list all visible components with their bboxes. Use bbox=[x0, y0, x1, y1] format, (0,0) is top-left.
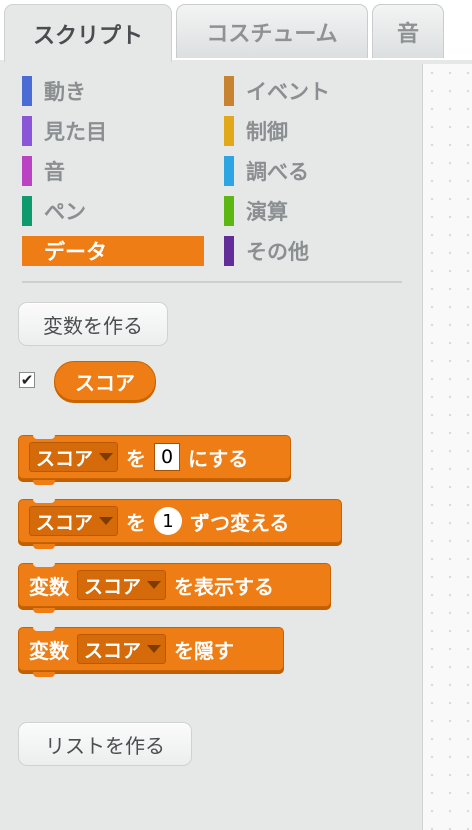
change-variable-block[interactable]: スコア を 1 ずつ変える bbox=[18, 499, 342, 549]
category-more-blocks[interactable]: その他 bbox=[224, 236, 406, 266]
variable-dropdown-label: スコア bbox=[36, 447, 94, 470]
variable-dropdown[interactable]: スコア bbox=[29, 506, 119, 536]
block-palette: 動き 見た目 音 ペン データ イベント 制御 調べる 演算 その他 変数を作る… bbox=[0, 60, 422, 830]
dropdown-arrow-icon bbox=[99, 453, 114, 461]
category-label: 演算 bbox=[246, 200, 288, 224]
category-color-swatch bbox=[224, 196, 234, 226]
show-variable-block[interactable]: 変数 スコア を表示する bbox=[18, 563, 331, 613]
category-divider bbox=[22, 281, 402, 283]
block-text: を bbox=[126, 510, 147, 535]
category-color-swatch bbox=[22, 196, 32, 226]
value-input[interactable]: 1 bbox=[154, 507, 183, 535]
category-pen[interactable]: ペン bbox=[22, 196, 204, 226]
category-label: データ bbox=[44, 240, 107, 264]
variable-dropdown[interactable]: スコア bbox=[29, 442, 119, 472]
category-control[interactable]: 制御 bbox=[224, 116, 406, 146]
tab-sounds[interactable]: 音 bbox=[372, 4, 444, 58]
tab-scripts[interactable]: スクリプト bbox=[4, 4, 172, 62]
category-color-swatch bbox=[22, 76, 32, 106]
block-text: にする bbox=[188, 446, 249, 471]
block-text: 変数 bbox=[29, 638, 69, 663]
category-label: 調べる bbox=[246, 160, 309, 184]
block-text: を表示する bbox=[174, 574, 275, 599]
block-text: を bbox=[126, 446, 147, 471]
variable-reporter-score[interactable]: スコア bbox=[54, 361, 156, 401]
category-motion[interactable]: 動き bbox=[22, 76, 204, 106]
category-color-swatch bbox=[224, 116, 234, 146]
category-operators[interactable]: 演算 bbox=[224, 196, 406, 226]
set-variable-block[interactable]: スコア を 0 にする bbox=[18, 435, 291, 485]
category-data[interactable]: データ bbox=[22, 236, 204, 266]
category-label: ペン bbox=[44, 200, 86, 224]
dropdown-arrow-icon bbox=[99, 517, 114, 525]
variable-dropdown-label: スコア bbox=[36, 511, 94, 534]
variable-dropdown-label: スコア bbox=[84, 575, 142, 598]
variable-dropdown-label: スコア bbox=[84, 639, 142, 662]
variable-dropdown[interactable]: スコア bbox=[77, 570, 167, 600]
variable-visibility-checkbox[interactable]: ✔ bbox=[19, 372, 35, 388]
tab-bar: スクリプト コスチューム 音 bbox=[0, 0, 472, 62]
dropdown-arrow-icon bbox=[147, 645, 162, 653]
category-looks[interactable]: 見た目 bbox=[22, 116, 204, 146]
category-label: 見た目 bbox=[44, 120, 107, 144]
category-color-swatch bbox=[224, 76, 234, 106]
variable-dropdown[interactable]: スコア bbox=[77, 634, 167, 664]
hide-variable-block[interactable]: 変数 スコア を隠す bbox=[18, 627, 284, 677]
category-color-swatch bbox=[224, 236, 234, 266]
category-label: イベント bbox=[246, 80, 330, 104]
category-label: 音 bbox=[44, 160, 65, 184]
category-label: 制御 bbox=[246, 120, 288, 144]
block-text: を隠す bbox=[174, 638, 235, 663]
category-label: その他 bbox=[246, 240, 309, 264]
block-text: 変数 bbox=[29, 574, 69, 599]
category-sensing[interactable]: 調べる bbox=[224, 156, 406, 186]
value-input[interactable]: 0 bbox=[154, 443, 181, 471]
make-variable-button[interactable]: 変数を作る bbox=[18, 302, 168, 346]
block-text: ずつ変える bbox=[190, 510, 290, 535]
category-label: 動き bbox=[44, 80, 86, 104]
tab-costumes[interactable]: コスチューム bbox=[176, 4, 368, 58]
category-events[interactable]: イベント bbox=[224, 76, 406, 106]
category-color-swatch bbox=[224, 156, 234, 186]
scripts-area[interactable] bbox=[422, 64, 472, 830]
category-sound[interactable]: 音 bbox=[22, 156, 204, 186]
dropdown-arrow-icon bbox=[147, 581, 162, 589]
category-color-swatch bbox=[22, 236, 44, 266]
category-color-swatch bbox=[22, 116, 32, 146]
make-list-button[interactable]: リストを作る bbox=[18, 722, 192, 766]
category-color-swatch bbox=[22, 156, 32, 186]
